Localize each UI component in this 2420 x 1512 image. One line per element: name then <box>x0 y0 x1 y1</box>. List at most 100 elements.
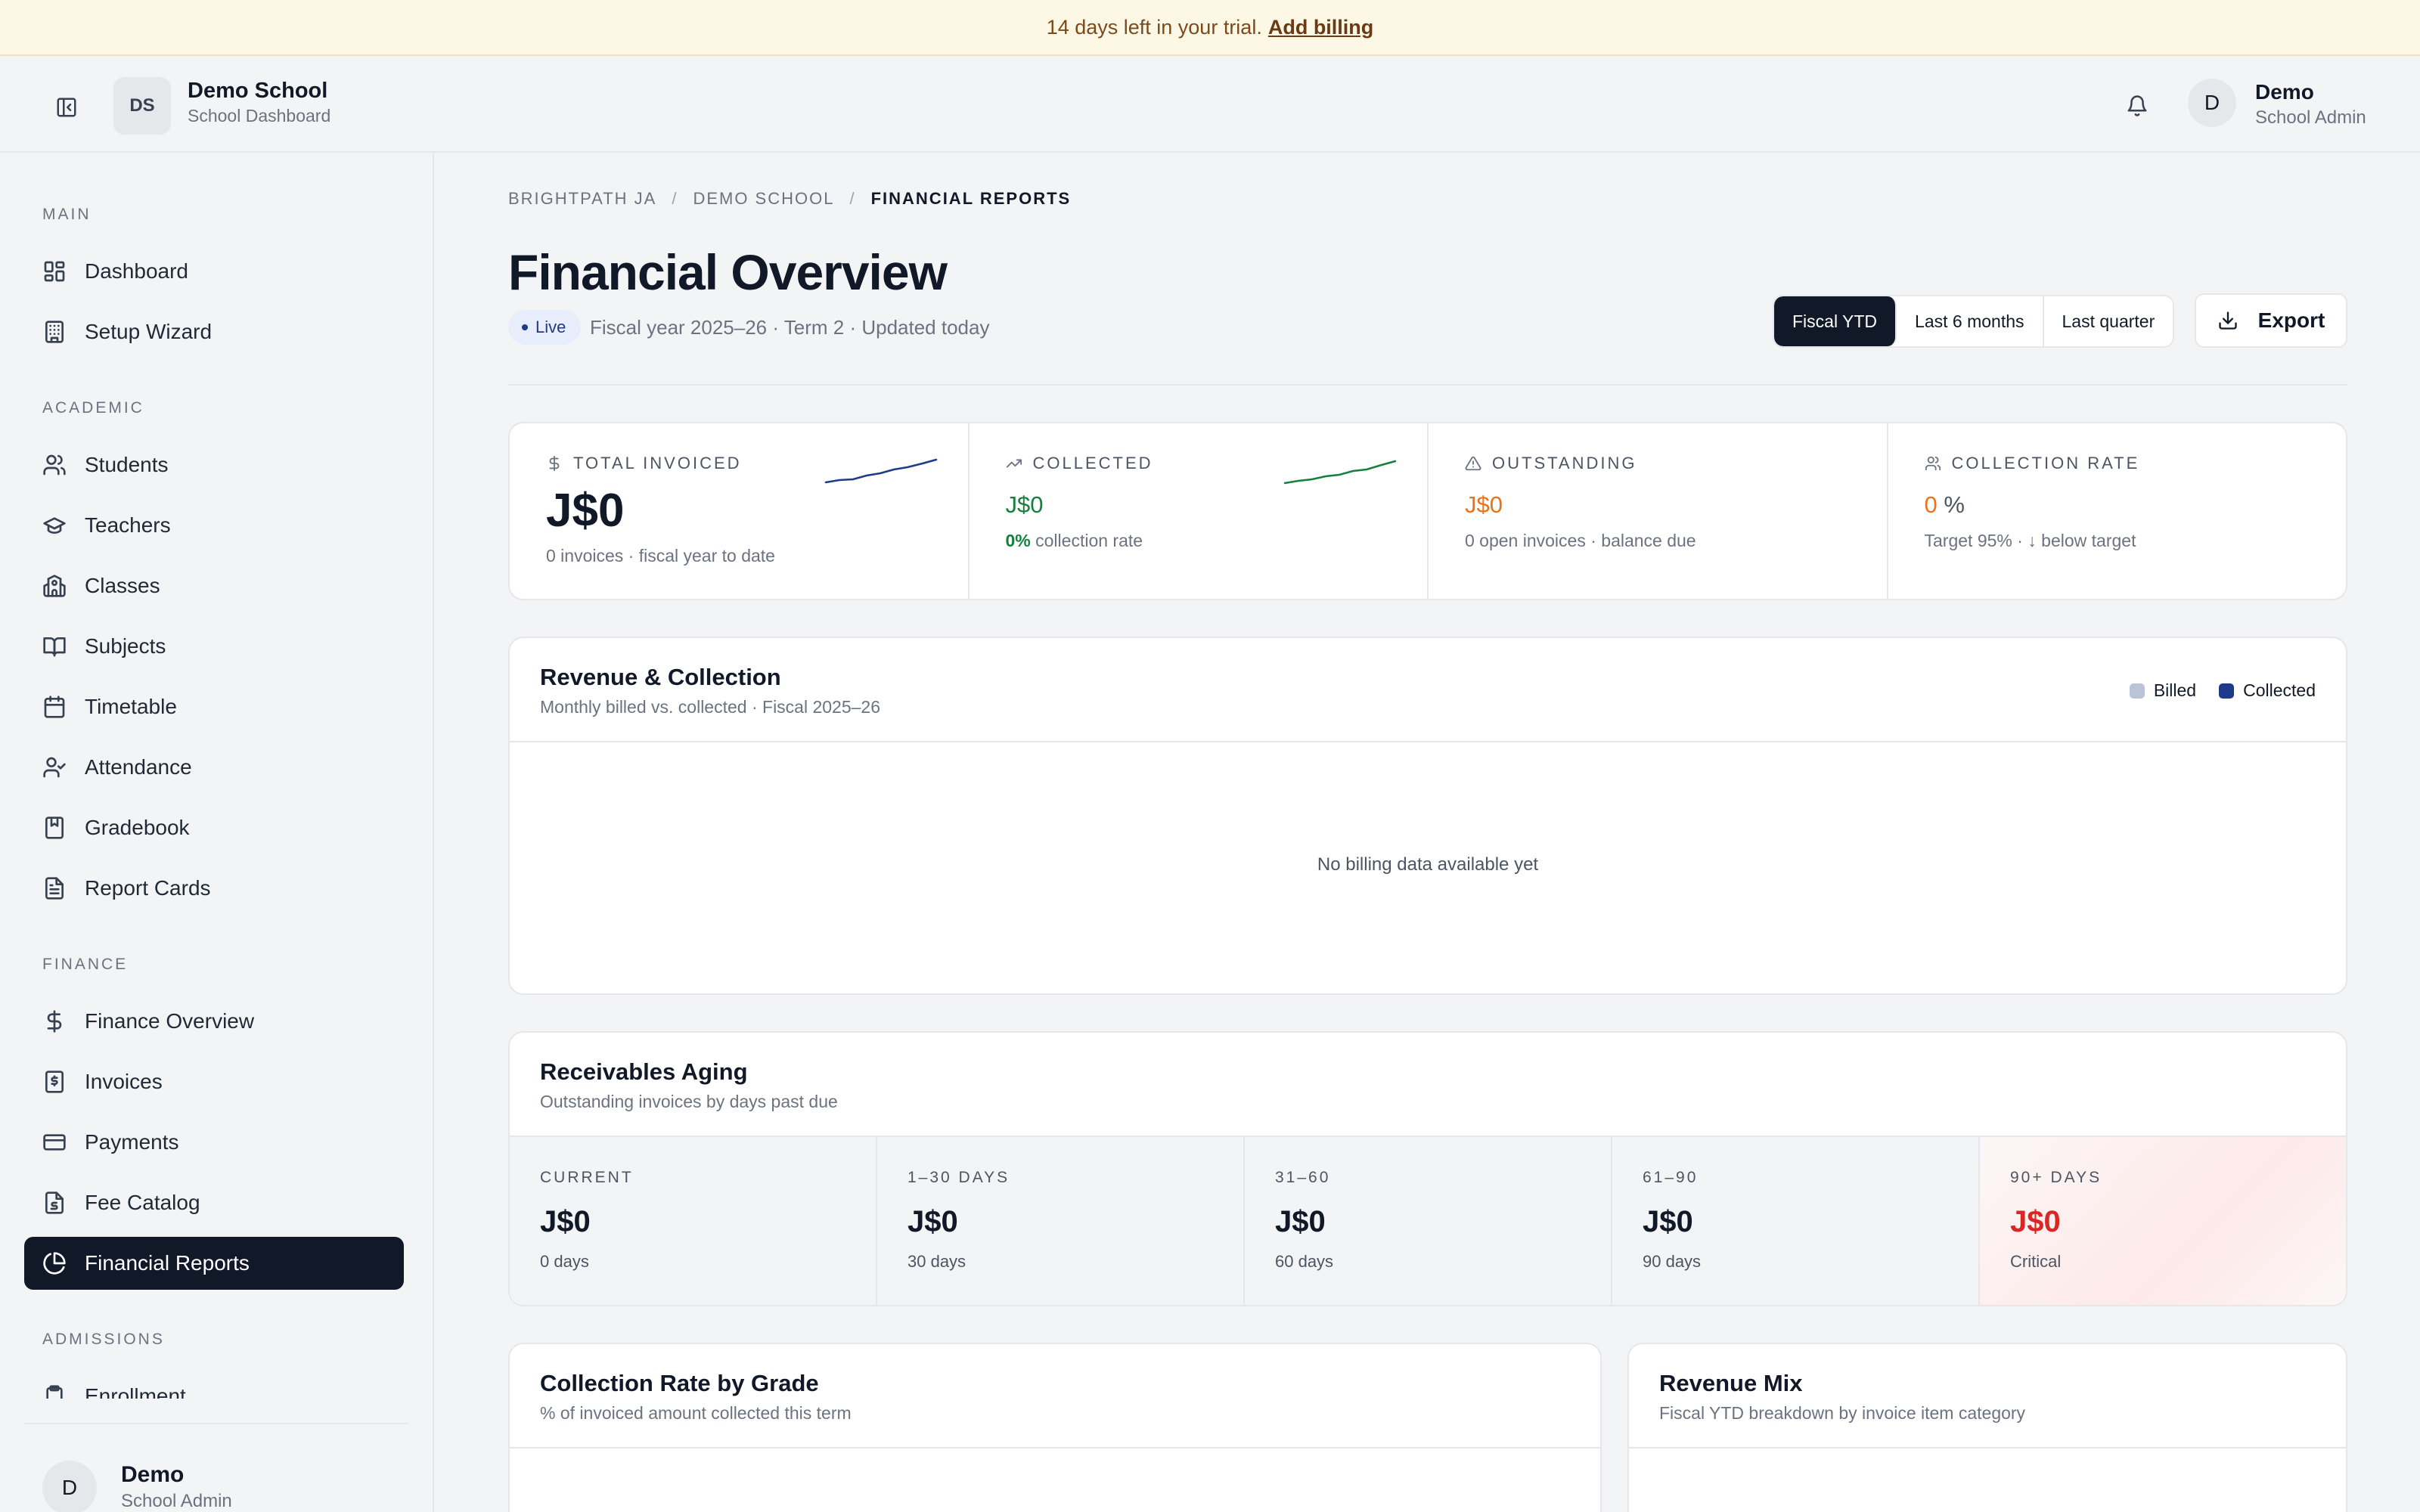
sidebar-item-label: Payments <box>85 1130 179 1154</box>
sidebar-item-label: Finance Overview <box>85 1009 255 1033</box>
breadcrumb: BRIGHTPATH JA / DEMO SCHOOL / FINANCIAL … <box>508 189 1071 209</box>
sidebar-item-dashboard[interactable]: Dashboard <box>24 245 404 298</box>
kpi-row: TOTAL INVOICED J$0 0 invoices · fiscal y… <box>508 422 2347 600</box>
sidebar-item-timetable[interactable]: Timetable <box>24 680 404 733</box>
sidebar-item-setup-wizard[interactable]: Setup Wizard <box>24 305 404 358</box>
sidebar-nav[interactable]: MAIN Dashboard Setup Wizard ACADEMIC Stu… <box>0 153 433 1399</box>
kpi-rate-text: collection rate <box>1035 531 1143 550</box>
aging-bucket-1-30: 1–30 DAYS J$0 30 days <box>877 1137 1245 1305</box>
dollar-sign-icon <box>42 1009 67 1033</box>
kpi-subtext: 0 open invoices · balance due <box>1465 531 1696 550</box>
sidebar-item-attendance[interactable]: Attendance <box>24 741 404 794</box>
sidebar-item-invoices[interactable]: Invoices <box>24 1055 404 1108</box>
sidebar-item-fee-catalog[interactable]: Fee Catalog <box>24 1176 404 1229</box>
user-avatar[interactable]: D <box>2188 79 2236 127</box>
sidebar-item-report-cards[interactable]: Report Cards <box>24 862 404 915</box>
bucket-subtext: Critical <box>2010 1252 2062 1271</box>
card-title: Revenue Mix <box>1659 1370 1803 1396</box>
user-check-icon <box>42 755 67 779</box>
sidebar-item-subjects[interactable]: Subjects <box>24 620 404 673</box>
school-avatar[interactable]: DS <box>113 77 171 135</box>
empty-state: No billing data available yet <box>1317 854 1539 875</box>
clipboard-icon <box>42 1384 67 1399</box>
receipt-icon <box>42 1070 67 1094</box>
users-icon <box>1925 456 1941 471</box>
sidebar-toggle-button[interactable] <box>45 89 88 125</box>
sidebar-item-label: Classes <box>85 574 160 597</box>
sidebar-item-students[interactable]: Students <box>24 438 404 491</box>
page-meta: Fiscal year 2025–26 · Term 2 · Updated t… <box>590 316 990 339</box>
school-name[interactable]: Demo School <box>188 79 327 104</box>
school-icon <box>42 574 67 598</box>
user-name[interactable]: Demo <box>2255 80 2314 104</box>
notifications-button[interactable] <box>2118 86 2157 125</box>
bucket-value: J$0 <box>2010 1205 2061 1238</box>
sidebar-user-name: Demo <box>121 1462 185 1487</box>
sidebar-item-label: Fee Catalog <box>85 1191 200 1214</box>
sidebar-item-label: Setup Wizard <box>85 320 213 343</box>
sidebar-item-payments[interactable]: Payments <box>24 1116 404 1169</box>
bucket-label: CURRENT <box>540 1169 634 1186</box>
live-badge: Live <box>508 310 582 345</box>
download-icon <box>2218 311 2237 330</box>
kpi-outstanding: OUTSTANDING J$0 0 open invoices · balanc… <box>1429 423 1888 599</box>
kpi-value: J$0 <box>546 485 625 537</box>
sidebar-item-classes[interactable]: Classes <box>24 559 404 612</box>
bucket-label: 61–90 <box>1643 1169 1699 1186</box>
kpi-label: COLLECTED <box>1032 454 1153 472</box>
sidebar-item-label: Students <box>85 453 169 476</box>
range-fiscal-ytd-button[interactable]: Fiscal YTD <box>1774 296 1897 346</box>
breadcrumb-separator: / <box>672 189 678 208</box>
kpi-collection-rate: COLLECTION RATE 0 % Target 95% · ↓ below… <box>1888 423 2347 599</box>
kpi-value: J$0 <box>1465 491 1503 518</box>
aging-bucket-31-60: 31–60 J$0 60 days <box>1245 1137 1612 1305</box>
chart-legend: Billed Collected <box>2129 680 2316 701</box>
breadcrumb-item[interactable]: DEMO SCHOOL <box>693 189 834 209</box>
sidebar-item-label: Timetable <box>85 695 177 718</box>
bucket-label: 31–60 <box>1275 1169 1331 1186</box>
sparkline-collected <box>1283 460 1397 485</box>
top-header: DS Demo School School Dashboard D Demo S… <box>0 56 2420 153</box>
sidebar: MAIN Dashboard Setup Wizard ACADEMIC Stu… <box>0 153 434 1512</box>
sidebar-item-label: Financial Reports <box>85 1251 250 1275</box>
bell-icon <box>2127 95 2147 116</box>
breadcrumb-item[interactable]: BRIGHTPATH JA <box>508 189 656 209</box>
bucket-subtext: 60 days <box>1275 1252 1334 1271</box>
sidebar-user[interactable]: D Demo School Admin <box>24 1423 408 1512</box>
header-divider <box>508 384 2347 386</box>
receivables-aging-card: Receivables Aging Outstanding invoices b… <box>508 1031 2347 1306</box>
kpi-label: OUTSTANDING <box>1492 454 1637 472</box>
card-title: Receivables Aging <box>540 1058 748 1085</box>
card-subtitle: Monthly billed vs. collected · Fiscal 20… <box>540 697 881 717</box>
sidebar-item-financial-reports[interactable]: Financial Reports <box>24 1237 404 1290</box>
sidebar-item-label: Enrollment <box>85 1384 186 1399</box>
card-divider <box>1629 1447 2346 1448</box>
user-role: School Admin <box>2255 107 2366 128</box>
collection-rate-by-grade-card: Collection Rate by Grade % of invoiced a… <box>508 1343 1602 1512</box>
legend-swatch <box>2129 683 2145 699</box>
trending-up-icon <box>1006 459 1022 468</box>
section-label-academic: ACADEMIC <box>42 399 144 417</box>
bucket-value: J$0 <box>908 1205 958 1238</box>
sidebar-item-enrollment[interactable]: Enrollment <box>24 1370 404 1399</box>
sidebar-item-teachers[interactable]: Teachers <box>24 499 404 552</box>
live-badge-label: Live <box>535 318 566 336</box>
section-label-finance: FINANCE <box>42 956 129 973</box>
range-last-quarter-button[interactable]: Last quarter <box>2043 296 2173 346</box>
graduation-cap-icon <box>42 513 67 538</box>
bucket-value: J$0 <box>1275 1205 1326 1238</box>
notebook-icon <box>42 816 67 840</box>
export-button[interactable]: Export <box>2195 293 2347 348</box>
card-title: Collection Rate by Grade <box>540 1370 819 1396</box>
sidebar-item-label: Report Cards <box>85 876 211 900</box>
book-open-icon <box>42 634 67 658</box>
revenue-collection-card: Revenue & Collection Monthly billed vs. … <box>508 637 2347 995</box>
breadcrumb-separator: / <box>849 189 856 208</box>
bucket-subtext: 90 days <box>1643 1252 1702 1271</box>
sidebar-item-gradebook[interactable]: Gradebook <box>24 801 404 854</box>
kpi-rate-number: 0 <box>1924 491 1938 518</box>
add-billing-link[interactable]: Add billing <box>1268 16 1373 39</box>
sidebar-item-finance-overview[interactable]: Finance Overview <box>24 995 404 1048</box>
range-last-6-months-button[interactable]: Last 6 months <box>1897 296 2044 346</box>
kpi-rate: 0% <box>1005 531 1031 550</box>
